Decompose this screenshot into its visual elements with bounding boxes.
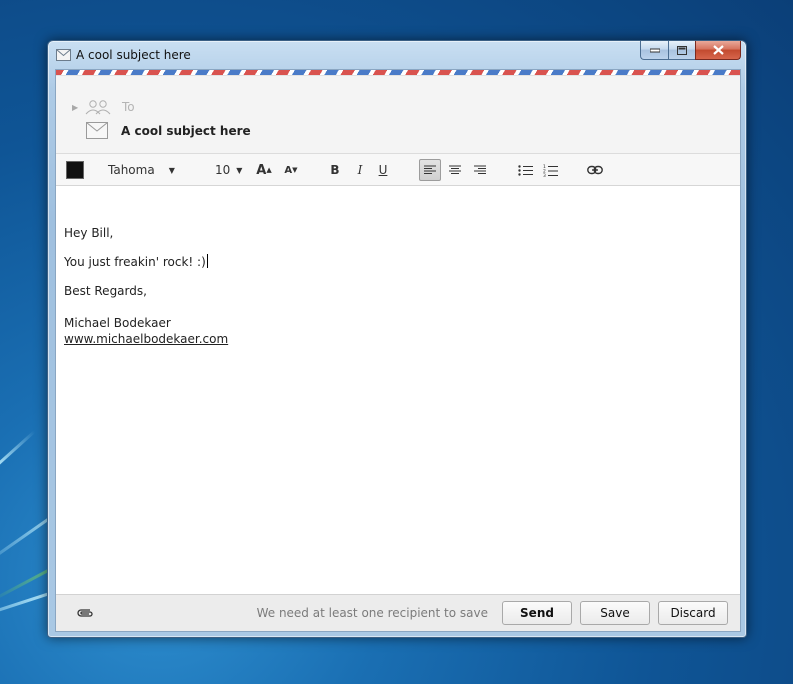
body-line: You just freakin' rock! :) — [64, 254, 732, 270]
align-right-button[interactable] — [469, 154, 491, 186]
window-title: A cool subject here — [76, 48, 191, 62]
signature-link[interactable]: www.michaelbodekaer.com — [64, 332, 228, 346]
numbered-list-icon: 123 — [543, 164, 558, 177]
shrink-font-label: A — [284, 164, 293, 176]
align-left-button[interactable] — [419, 159, 441, 181]
align-right-icon — [474, 165, 486, 174]
body-line-closing: Best Regards, — [64, 284, 147, 298]
grow-font-label: A — [256, 162, 267, 178]
expand-triangle-icon[interactable]: ▶ — [72, 103, 82, 112]
grow-font-button[interactable]: A ▲ — [256, 154, 272, 186]
text-cursor — [206, 254, 208, 268]
font-family-select[interactable]: Tahoma ▼ — [108, 154, 188, 186]
desktop-wallpaper-streak — [0, 430, 36, 513]
dropdown-caret-icon: ▼ — [168, 165, 175, 175]
font-size-value: 10 — [215, 163, 231, 177]
maximize-button[interactable] — [668, 41, 695, 60]
to-row[interactable]: ▶ To — [72, 99, 135, 115]
minimize-button[interactable] — [640, 41, 668, 60]
save-button[interactable]: Save — [580, 601, 650, 625]
compose-window: A cool subject here ▶ To A cool subject … — [47, 40, 747, 638]
envelope-icon — [86, 122, 108, 139]
shrink-font-button[interactable]: A ▼ — [283, 154, 299, 186]
window-client-area: ▶ To A cool subject here Tahoma ▼ 10 ▼ A… — [55, 69, 741, 632]
align-center-icon — [449, 165, 461, 174]
title-bar[interactable]: A cool subject here — [48, 41, 746, 69]
subject-row[interactable]: A cool subject here — [86, 122, 251, 139]
numbered-list-button[interactable]: 123 — [539, 154, 561, 186]
close-icon — [712, 45, 724, 55]
link-icon — [587, 165, 603, 175]
subject-field[interactable]: A cool subject here — [121, 124, 251, 138]
signature-name: Michael Bodekaer — [64, 316, 171, 330]
font-size-select[interactable]: 10 ▼ — [215, 154, 245, 186]
paperclip-icon[interactable] — [76, 606, 94, 620]
close-button[interactable] — [695, 41, 741, 60]
color-swatch-icon — [66, 161, 84, 179]
send-button[interactable]: Send — [502, 601, 572, 625]
caption-buttons — [640, 41, 741, 60]
envelope-icon — [56, 49, 71, 61]
recipients-icon — [85, 100, 111, 115]
insert-link-button[interactable] — [584, 154, 606, 186]
formatting-toolbar: Tahoma ▼ 10 ▼ A ▲ A ▼ B I U 1 2 3 — [56, 154, 740, 186]
to-field-label[interactable]: To — [122, 100, 135, 114]
compose-footer: We need at least one recipient to save S… — [56, 594, 740, 631]
body-line-text: You just freakin' rock! :) — [64, 255, 206, 269]
bold-button[interactable]: B — [328, 154, 342, 186]
align-center-button[interactable] — [444, 154, 466, 186]
font-family-value: Tahoma — [108, 163, 155, 177]
bulleted-list-icon — [517, 164, 533, 176]
align-left-icon — [424, 165, 436, 174]
status-message: We need at least one recipient to save — [256, 606, 488, 620]
bulleted-list-button[interactable] — [514, 154, 536, 186]
text-color-button[interactable] — [66, 154, 84, 186]
message-body-editor[interactable]: Hey Bill, You just freakin' rock! :) Bes… — [56, 216, 740, 620]
message-header: ▶ To A cool subject here — [56, 76, 740, 154]
minimize-icon — [649, 48, 660, 53]
italic-button[interactable]: I — [353, 154, 367, 186]
body-line-greeting: Hey Bill, — [64, 226, 114, 240]
discard-button[interactable]: Discard — [658, 601, 728, 625]
maximize-icon — [677, 45, 687, 55]
underline-button[interactable]: U — [376, 154, 390, 186]
dropdown-caret-icon: ▼ — [236, 165, 243, 175]
svg-text:3: 3 — [543, 173, 546, 177]
